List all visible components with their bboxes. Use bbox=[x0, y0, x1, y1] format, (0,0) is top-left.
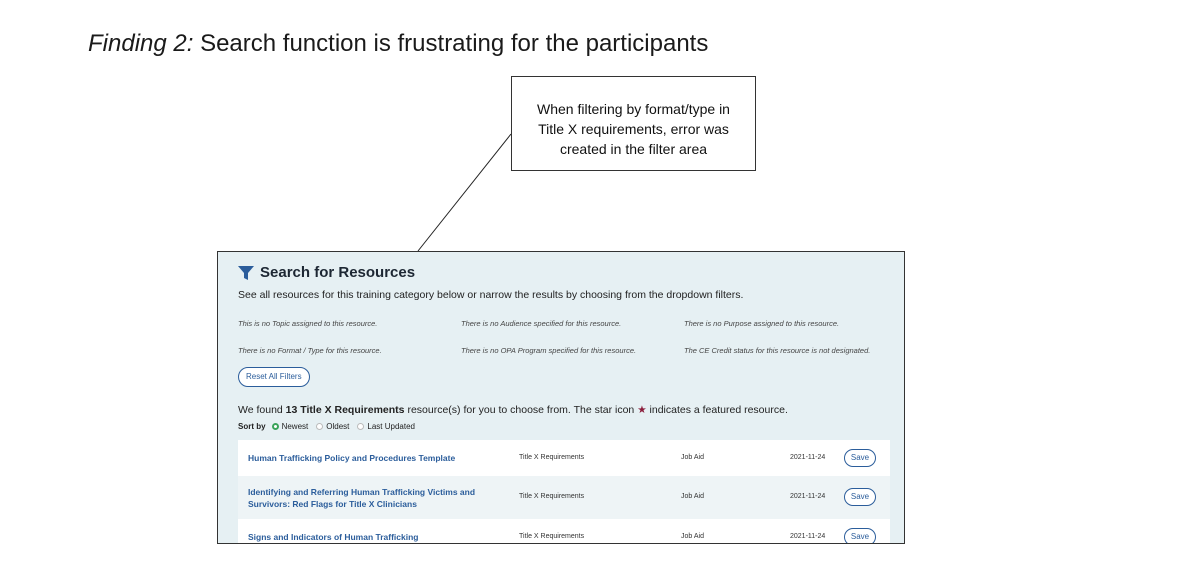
search-heading: Search for Resources bbox=[238, 264, 415, 281]
slide-title: Finding 2: Search function is frustratin… bbox=[88, 30, 708, 58]
search-heading-text: Search for Resources bbox=[260, 264, 416, 281]
save-button[interactable]: Save bbox=[844, 449, 876, 467]
sort-label: Sort by bbox=[238, 422, 266, 431]
filter-ce-credit[interactable]: The CE Credit status for this resource i… bbox=[684, 346, 870, 355]
resource-category: Title X Requirements bbox=[519, 533, 585, 540]
results-suffix: resource(s) for you to choose from. The … bbox=[404, 404, 638, 416]
slide-title-text: Search function is frustrating for the p… bbox=[193, 30, 709, 57]
filter-audience[interactable]: There is no Audience specified for this … bbox=[461, 319, 621, 328]
filter-opa-program[interactable]: There is no OPA Program specified for th… bbox=[461, 346, 636, 355]
radio-icon[interactable] bbox=[316, 423, 324, 430]
radio-selected-icon[interactable] bbox=[271, 423, 279, 430]
resource-format: Job Aid bbox=[681, 533, 704, 540]
results-summary: We found 13 Title X Requirements resourc… bbox=[238, 404, 788, 416]
resource-date: 2021-11-24 bbox=[790, 533, 826, 540]
table-row: Signs and Indicators of Human Traffickin… bbox=[238, 519, 890, 543]
callout-box: When filtering by format/type in Title X… bbox=[511, 76, 756, 171]
filter-format-type[interactable]: There is no Format / Type for this resou… bbox=[238, 346, 382, 355]
results-prefix: We found bbox=[238, 404, 286, 416]
radio-icon[interactable] bbox=[357, 423, 365, 430]
resource-title-link[interactable]: Identifying and Referring Human Traffick… bbox=[248, 486, 508, 510]
resource-category: Title X Requirements bbox=[519, 454, 585, 461]
callout-text: When filtering by format/type in Title X… bbox=[537, 101, 730, 157]
resource-format: Job Aid bbox=[681, 493, 704, 500]
resource-date: 2021-11-24 bbox=[790, 454, 826, 461]
filter-purpose[interactable]: There is no Purpose assigned to this res… bbox=[684, 319, 839, 328]
resource-title-link[interactable]: Human Trafficking Policy and Procedures … bbox=[248, 452, 508, 464]
slide-title-emphasis: Finding 2: bbox=[88, 30, 194, 57]
save-button[interactable]: Save bbox=[844, 528, 876, 543]
resource-date: 2021-11-24 bbox=[790, 493, 826, 500]
table-row: Human Trafficking Policy and Procedures … bbox=[238, 440, 890, 476]
resource-category: Title X Requirements bbox=[519, 493, 585, 500]
filter-topic[interactable]: This is no Topic assigned to this resour… bbox=[238, 319, 377, 328]
search-resources-screenshot: Search for Resources See all resources f… bbox=[217, 251, 905, 544]
results-count: 13 Title X Requirements bbox=[285, 404, 405, 416]
sort-option-label: Last Updated bbox=[367, 422, 415, 431]
sort-option-oldest[interactable]: Oldest bbox=[316, 422, 349, 431]
results-end: indicates a featured resource. bbox=[646, 404, 788, 416]
sort-option-label: Oldest bbox=[326, 422, 350, 431]
sort-option-last-updated[interactable]: Last Updated bbox=[357, 422, 415, 431]
resource-title-link[interactable]: Signs and Indicators of Human Traffickin… bbox=[248, 531, 508, 543]
search-description: See all resources for this training cate… bbox=[238, 289, 744, 301]
save-button[interactable]: Save bbox=[844, 488, 876, 506]
reset-filters-button[interactable]: Reset All Filters bbox=[238, 367, 310, 387]
funnel-icon bbox=[238, 265, 254, 280]
sort-controls: Sort by Newest Oldest Last Updated bbox=[238, 422, 419, 431]
sort-option-label: Newest bbox=[281, 422, 309, 431]
table-row: Identifying and Referring Human Traffick… bbox=[238, 476, 890, 519]
featured-star-icon: ★ bbox=[637, 404, 647, 416]
sort-option-newest[interactable]: Newest bbox=[271, 422, 309, 431]
resource-format: Job Aid bbox=[681, 454, 704, 461]
